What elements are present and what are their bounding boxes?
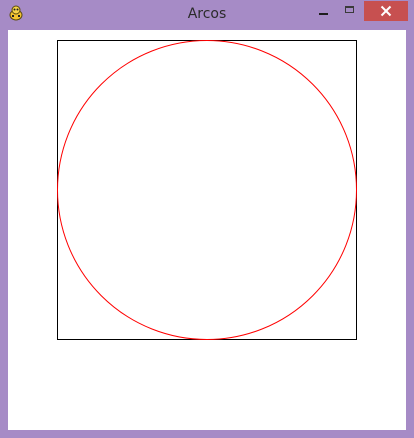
maximize-icon: [345, 6, 354, 13]
minimize-button[interactable]: [313, 1, 335, 21]
close-icon: [380, 5, 392, 17]
bounding-rectangle: [57, 40, 357, 340]
minimize-icon: [319, 13, 328, 15]
pygame-snake-icon[interactable]: [8, 5, 24, 21]
app-window: Arcos: [0, 0, 414, 438]
title-bar[interactable]: Arcos: [0, 0, 414, 29]
arc-circle: [57, 40, 357, 340]
close-button[interactable]: [364, 1, 408, 21]
maximize-button[interactable]: [340, 1, 362, 21]
drawing-canvas: [57, 40, 357, 340]
drawing-surface[interactable]: [8, 30, 406, 430]
